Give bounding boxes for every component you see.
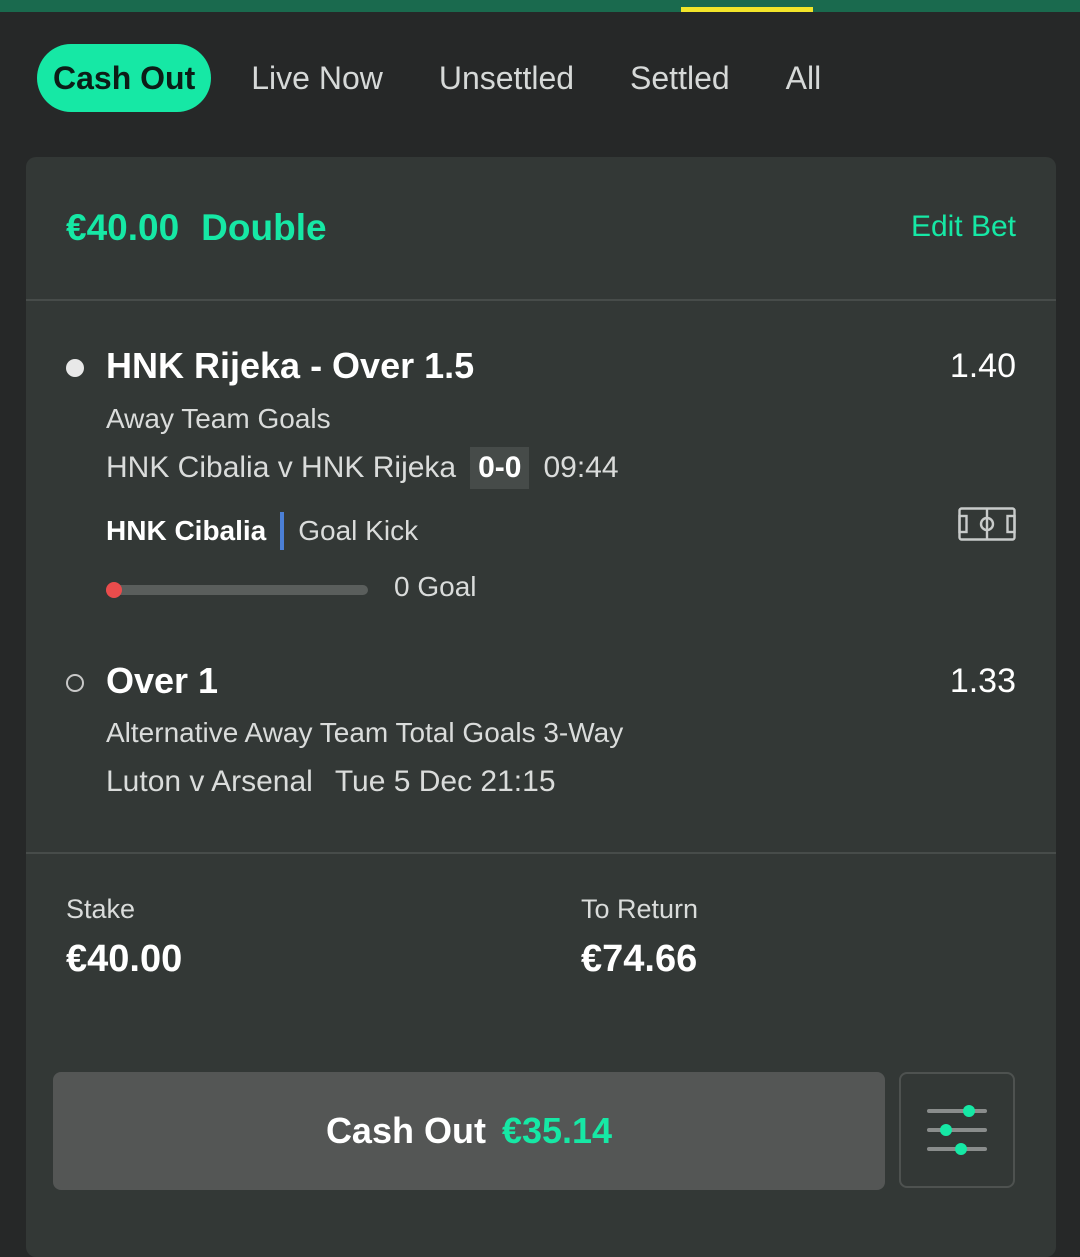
live-commentary: HNK Cibalia Goal Kick bbox=[106, 512, 418, 550]
bet-card: €40.00 Double Edit Bet HNK Rijeka - Over … bbox=[26, 157, 1056, 1257]
score-badge: 0-0 bbox=[470, 447, 530, 489]
live-event: Goal Kick bbox=[298, 515, 419, 546]
cash-out-label: Cash Out bbox=[325, 1110, 486, 1151]
stake-label: Stake bbox=[66, 894, 136, 924]
goal-progress-bar bbox=[106, 582, 368, 598]
bet-title: €40.00 Double bbox=[66, 207, 327, 249]
tab-cash-out[interactable]: Cash Out bbox=[37, 44, 212, 112]
tab-settled[interactable]: Settled bbox=[630, 44, 730, 112]
header-strip bbox=[0, 0, 1080, 12]
selection-title: Over 1 bbox=[106, 660, 219, 701]
tab-unsettled[interactable]: Unsettled bbox=[439, 44, 574, 112]
upcoming-status-dot bbox=[66, 674, 84, 692]
event-name: HNK Cibalia v HNK Rijeka bbox=[106, 451, 457, 484]
selection-event: Luton v Arsenal Tue 5 Dec 21:15 bbox=[106, 765, 556, 799]
cash-out-settings-button[interactable] bbox=[899, 1072, 1015, 1188]
selection-event: HNK Cibalia v HNK Rijeka 0-0 09:44 bbox=[106, 447, 619, 489]
bet-summary: Stake €40.00 To Return €74.66 bbox=[26, 852, 1056, 980]
bet-card-header: €40.00 Double Edit Bet bbox=[26, 157, 1056, 301]
pitch-icon[interactable] bbox=[958, 507, 1016, 541]
return-label: To Return bbox=[581, 894, 699, 924]
return-value: €74.66 bbox=[581, 938, 698, 980]
sliders-icon bbox=[927, 1105, 987, 1155]
goal-progress-marker bbox=[106, 582, 122, 598]
cash-out-button[interactable]: Cash Out €35.14 bbox=[53, 1072, 885, 1190]
active-tab-indicator bbox=[681, 7, 813, 12]
event-name: Luton v Arsenal bbox=[106, 765, 313, 798]
filter-tabs: Cash Out Live Now Unsettled Settled All bbox=[37, 44, 877, 112]
goal-progress-label: 0 Goal bbox=[394, 571, 477, 602]
tab-all[interactable]: All bbox=[786, 44, 822, 112]
stake-value: €40.00 bbox=[66, 938, 183, 980]
match-clock: 09:44 bbox=[543, 451, 619, 484]
live-divider bbox=[280, 512, 285, 550]
selection-market: Away Team Goals bbox=[106, 403, 331, 434]
live-status-dot bbox=[66, 359, 84, 377]
edit-bet-link[interactable]: Edit Bet bbox=[911, 210, 1016, 244]
kickoff-time: Tue 5 Dec 21:15 bbox=[334, 765, 556, 798]
cash-out-amount: €35.14 bbox=[501, 1110, 613, 1151]
tab-live-now[interactable]: Live Now bbox=[251, 44, 383, 112]
live-team: HNK Cibalia bbox=[106, 515, 267, 546]
selection-title: HNK Rijeka - Over 1.5 bbox=[106, 345, 475, 386]
bet-type: Double bbox=[201, 207, 327, 248]
selection-market: Alternative Away Team Total Goals 3-Way bbox=[106, 717, 624, 748]
selection-odds: 1.40 bbox=[949, 347, 1016, 385]
selection-odds: 1.33 bbox=[949, 662, 1016, 700]
bet-stake-amount: €40.00 bbox=[66, 207, 180, 248]
